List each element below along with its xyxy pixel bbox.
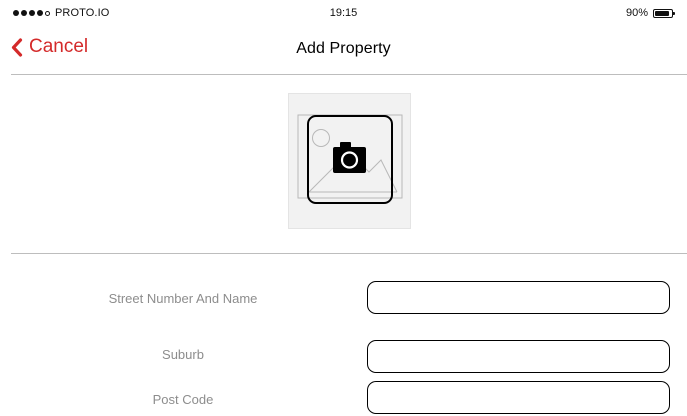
camera-icon [333, 142, 366, 173]
battery-fill [655, 10, 670, 16]
post-code-input[interactable] [367, 381, 670, 414]
add-property-screen: PROTO.IO 19:15 90% Cancel Add Property S… [0, 0, 687, 416]
page-title: Add Property [296, 40, 391, 57]
post-code-label: Post Code [152, 392, 214, 407]
image-placeholder-icon [297, 114, 403, 204]
street-input[interactable] [367, 281, 670, 314]
suburb-label: Suburb [162, 347, 204, 362]
navigation-bar: Cancel Add Property [0, 26, 687, 74]
street-label: Street Number And Name [108, 291, 258, 306]
battery-status: 90% [625, 7, 675, 19]
suburb-input[interactable] [367, 340, 670, 373]
battery-icon [653, 8, 675, 18]
section-divider [11, 253, 687, 254]
status-time: 19:15 [329, 7, 358, 19]
nav-divider [11, 74, 687, 75]
battery-percent: 90% [625, 7, 648, 19]
status-bar: PROTO.IO 19:15 90% [0, 0, 687, 26]
add-photo-button[interactable] [288, 93, 411, 229]
